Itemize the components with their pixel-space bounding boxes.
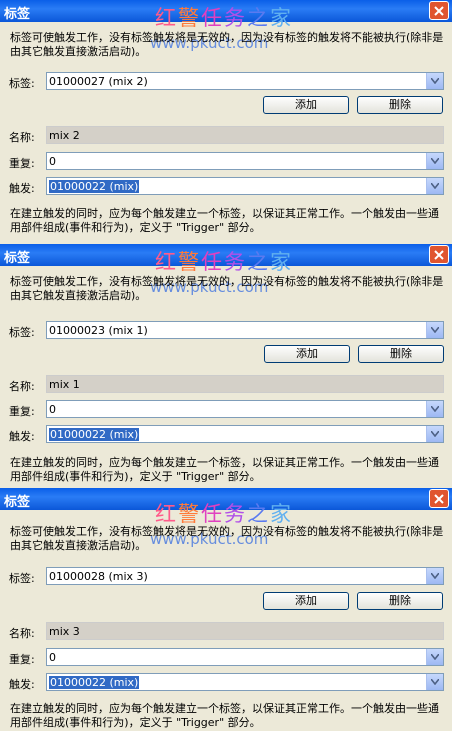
- chevron-down-icon: [431, 679, 439, 685]
- trigger-select[interactable]: 01000022 (mix): [46, 425, 444, 443]
- description-text: 标签可使触发工作，没有标签触发将是无效的，因为没有标签的触发将不能被执行(除非是…: [10, 275, 444, 302]
- dropdown-button[interactable]: [426, 674, 443, 690]
- trigger-select[interactable]: 01000022 (mix): [46, 177, 444, 195]
- footer-text: 在建立触发的同时，应为每个触发建立一个标签，以保证其正常工作。一个触发由一些通用…: [10, 702, 439, 729]
- repeat-select[interactable]: 0: [46, 152, 444, 170]
- chevron-down-icon: [431, 431, 439, 437]
- tag-select-value: 01000027 (mix 2): [49, 75, 148, 88]
- chevron-down-icon: [431, 327, 439, 333]
- repeat-label: 重复:: [9, 405, 35, 418]
- name-label: 名称:: [9, 131, 35, 144]
- name-field[interactable]: mix 1: [46, 375, 444, 393]
- chevron-down-icon: [431, 573, 439, 579]
- name-value: mix 1: [49, 378, 80, 391]
- dropdown-button[interactable]: [426, 322, 443, 338]
- trigger-select-value: 01000022 (mix): [49, 676, 140, 689]
- delete-button[interactable]: 删除: [357, 592, 443, 610]
- tag-select-value: 01000023 (mix 1): [49, 324, 148, 337]
- trigger-label: 触发:: [9, 678, 35, 691]
- repeat-select-value: 0: [49, 155, 56, 168]
- description-text: 标签可使触发工作，没有标签触发将是无效的，因为没有标签的触发将不能被执行(除非是…: [10, 31, 444, 58]
- repeat-select-value: 0: [49, 651, 56, 664]
- add-button[interactable]: 添加: [263, 592, 349, 610]
- trigger-label: 触发:: [9, 182, 35, 195]
- chevron-down-icon: [431, 78, 439, 84]
- trigger-select[interactable]: 01000022 (mix): [46, 673, 444, 691]
- watermark: 红警任务之家: [155, 502, 293, 526]
- trigger-select-value: 01000022 (mix): [49, 180, 140, 193]
- close-button[interactable]: [429, 245, 449, 264]
- add-button[interactable]: 添加: [263, 96, 349, 114]
- tag-dialog-3: 标签 红警任务之家 www.pkuct.com 标签可使触发工作，没有标签触发将…: [0, 488, 452, 731]
- tag-dialog-1: 标签 红警任务之家 www.pkuct.com 标签可使触发工作，没有标签触发将…: [0, 0, 452, 243]
- footer-text: 在建立触发的同时，应为每个触发建立一个标签，以保证其正常工作。一个触发由一些通用…: [10, 456, 439, 483]
- repeat-select[interactable]: 0: [46, 648, 444, 666]
- name-field[interactable]: mix 3: [46, 622, 444, 640]
- name-value: mix 2: [49, 129, 80, 142]
- trigger-label: 触发:: [9, 430, 35, 443]
- dropdown-button[interactable]: [426, 178, 443, 194]
- close-icon: [434, 6, 444, 16]
- watermark: 红警任务之家: [155, 250, 293, 274]
- chevron-down-icon: [431, 158, 439, 164]
- repeat-label: 重复:: [9, 653, 35, 666]
- chevron-down-icon: [431, 183, 439, 189]
- tag-label: 标签:: [9, 572, 35, 585]
- close-icon: [434, 494, 444, 504]
- name-label: 名称:: [9, 627, 35, 640]
- dropdown-button[interactable]: [426, 401, 443, 417]
- dropdown-button[interactable]: [426, 426, 443, 442]
- tag-select[interactable]: 01000027 (mix 2): [46, 72, 444, 90]
- dropdown-button[interactable]: [426, 153, 443, 169]
- name-field[interactable]: mix 2: [46, 126, 444, 144]
- delete-button[interactable]: 删除: [358, 345, 444, 363]
- trigger-select-value: 01000022 (mix): [49, 428, 140, 441]
- watermark: 红警任务之家: [155, 6, 293, 30]
- name-value: mix 3: [49, 625, 80, 638]
- tag-label: 标签:: [9, 326, 35, 339]
- tag-select-value: 01000028 (mix 3): [49, 570, 148, 583]
- window-title: 标签: [4, 251, 31, 266]
- name-label: 名称:: [9, 380, 35, 393]
- add-button[interactable]: 添加: [264, 345, 350, 363]
- dropdown-button[interactable]: [426, 649, 443, 665]
- chevron-down-icon: [431, 406, 439, 412]
- description-text: 标签可使触发工作，没有标签触发将是无效的，因为没有标签的触发将不能被执行(除非是…: [10, 525, 444, 552]
- repeat-select[interactable]: 0: [46, 400, 444, 418]
- chevron-down-icon: [431, 654, 439, 660]
- tag-select[interactable]: 01000028 (mix 3): [46, 567, 444, 585]
- close-button[interactable]: [429, 1, 449, 20]
- tag-dialog-2: 标签 红警任务之家 www.pkuct.com 标签可使触发工作，没有标签触发将…: [0, 244, 452, 487]
- window-title: 标签: [4, 495, 31, 510]
- window-title: 标签: [4, 7, 31, 22]
- tag-label: 标签:: [9, 77, 35, 90]
- repeat-select-value: 0: [49, 403, 56, 416]
- delete-button[interactable]: 删除: [357, 96, 443, 114]
- tag-select[interactable]: 01000023 (mix 1): [46, 321, 444, 339]
- repeat-label: 重复:: [9, 157, 35, 170]
- dropdown-button[interactable]: [426, 73, 443, 89]
- close-button[interactable]: [429, 489, 449, 508]
- close-icon: [434, 250, 444, 260]
- footer-text: 在建立触发的同时，应为每个触发建立一个标签，以保证其正常工作。一个触发由一些通用…: [10, 207, 439, 234]
- dropdown-button[interactable]: [426, 568, 443, 584]
